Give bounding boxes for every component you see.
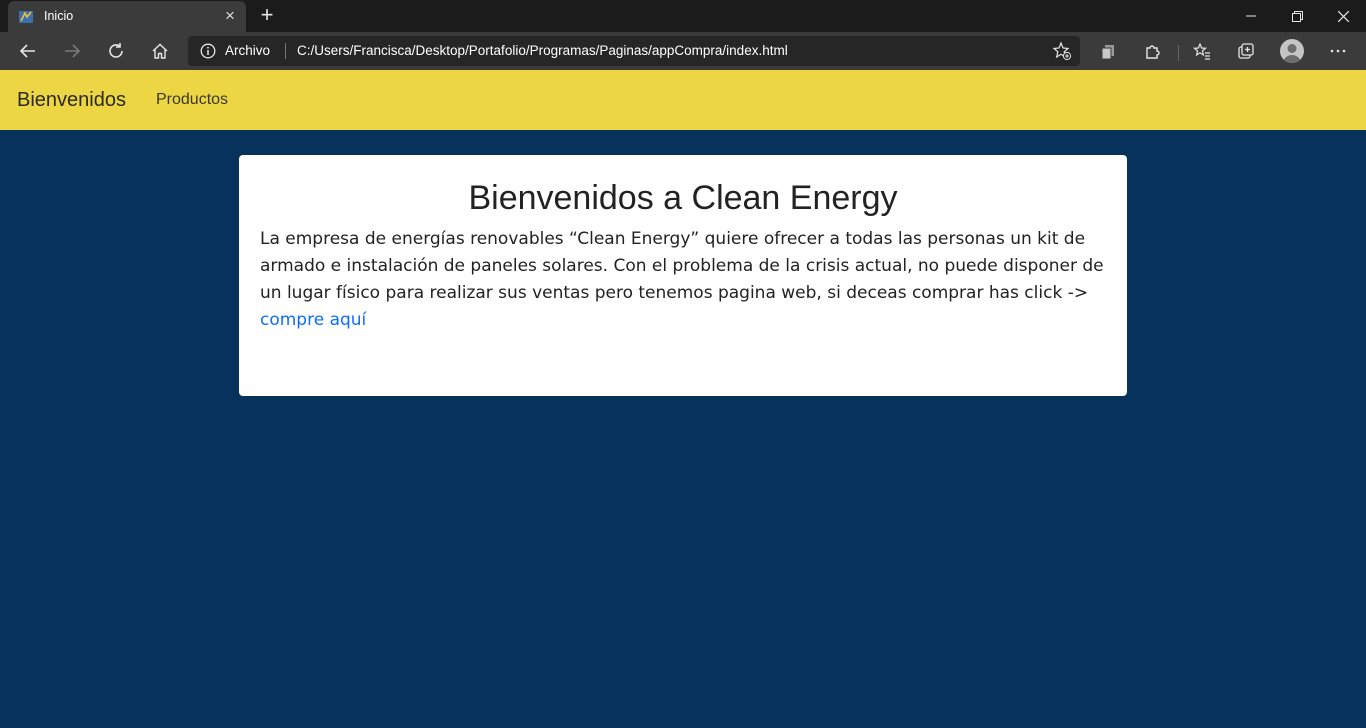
tab-strip: Inicio × +: [0, 0, 1366, 32]
navbar-brand[interactable]: Bienvenidos: [17, 89, 126, 112]
collections-stack-icon[interactable]: [1093, 36, 1123, 66]
address-bar[interactable]: Archivo C:/Users/Francisca/Desktop/Porta…: [188, 36, 1080, 66]
address-divider: [285, 43, 286, 59]
toolbar-divider: [1178, 45, 1179, 61]
profile-avatar-icon[interactable]: [1280, 39, 1304, 63]
more-options-icon[interactable]: [1323, 36, 1353, 66]
favorites-icon[interactable]: [1187, 36, 1217, 66]
app-favicon-icon: [19, 11, 33, 23]
close-window-icon[interactable]: [1320, 0, 1366, 32]
new-tab-icon[interactable]: +: [256, 4, 278, 27]
tab-close-icon[interactable]: ×: [222, 7, 238, 24]
welcome-card: Bienvenidos a Clean Energy La empresa de…: [239, 155, 1127, 396]
add-favorite-icon[interactable]: [1052, 41, 1072, 61]
collections-icon[interactable]: [1231, 36, 1261, 66]
extensions-icon[interactable]: [1138, 36, 1168, 66]
site-scheme-label[interactable]: Archivo: [225, 43, 270, 58]
browser-toolbar: Archivo C:/Users/Francisca/Desktop/Porta…: [0, 32, 1366, 70]
minimize-icon[interactable]: [1228, 0, 1274, 32]
card-body-text: La empresa de energías renovables “Clean…: [260, 229, 1104, 303]
nav-link-productos[interactable]: Productos: [156, 91, 228, 109]
tab-title: Inicio: [44, 9, 74, 23]
browser-tab[interactable]: Inicio ×: [8, 1, 246, 32]
url-text[interactable]: C:/Users/Francisca/Desktop/Portafolio/Pr…: [297, 43, 788, 58]
card-text: La empresa de energías renovables “Clean…: [260, 226, 1110, 334]
refresh-icon[interactable]: [101, 36, 131, 66]
restore-icon[interactable]: [1274, 0, 1320, 32]
info-icon[interactable]: [200, 43, 216, 59]
back-arrow-icon[interactable]: [13, 36, 43, 66]
forward-arrow-icon[interactable]: [57, 36, 87, 66]
buy-here-link[interactable]: compre aquí: [260, 310, 366, 330]
home-icon[interactable]: [145, 36, 175, 66]
card-title: Bienvenidos a Clean Energy: [468, 179, 898, 217]
